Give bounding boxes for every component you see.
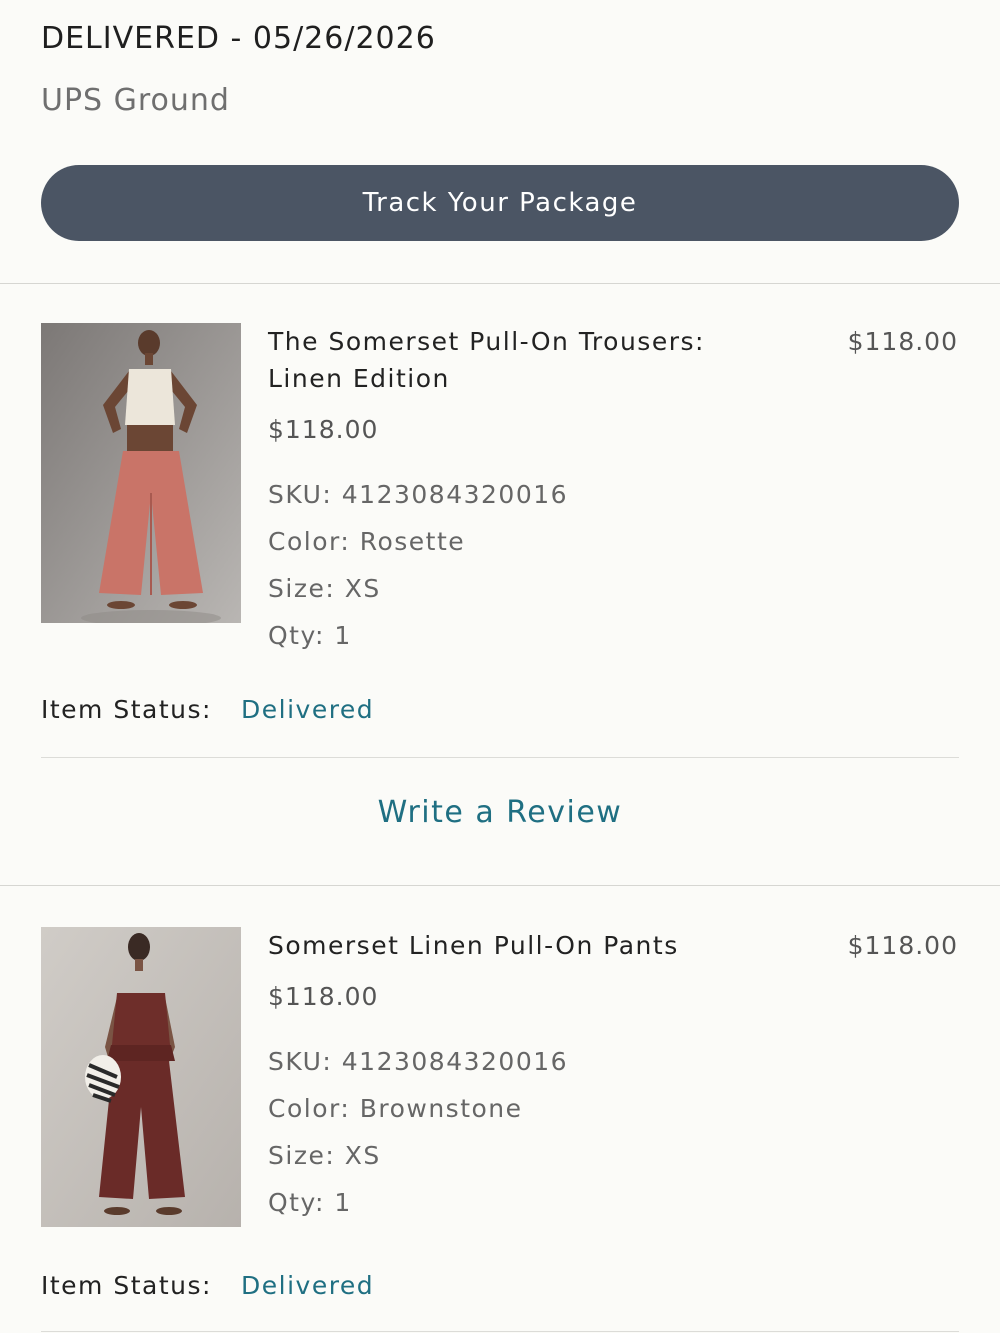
item-status-value: Delivered <box>241 1271 375 1300</box>
section-divider <box>0 283 1000 284</box>
sku: SKU: 4123084320016 <box>268 480 569 509</box>
section-divider <box>0 885 1000 886</box>
item-status: Item Status: Delivered <box>41 1271 374 1301</box>
divider <box>41 1331 959 1332</box>
sku: SKU: 4123084320016 <box>268 1047 569 1076</box>
line-total-price: $118.00 <box>847 931 958 960</box>
shipment-header: DELIVERED - 05/26/2026 UPS Ground <box>41 20 436 120</box>
product-name[interactable]: The Somerset Pull-On Trousers: Linen Edi… <box>268 323 828 397</box>
delivery-status-date: DELIVERED - 05/26/2026 <box>41 21 436 56</box>
product-name-line: The Somerset Pull-On Trousers: <box>268 327 705 356</box>
carrier-name: UPS Ground <box>41 83 230 118</box>
item-status-label: Item Status: <box>41 695 212 724</box>
product-photo-pants-icon <box>41 927 241 1227</box>
unit-price: $118.00 <box>268 982 379 1011</box>
item-status-value: Delivered <box>241 695 375 724</box>
write-review-link[interactable]: Write a Review <box>0 795 1000 830</box>
product-name-line: Somerset Linen Pull-On Pants <box>268 931 679 960</box>
item-status: Item Status: Delivered <box>41 695 374 725</box>
product-image[interactable] <box>41 323 241 623</box>
product-name-line: Linen Edition <box>268 364 450 393</box>
line-total-price: $118.00 <box>847 327 958 356</box>
divider <box>41 757 959 758</box>
product-image[interactable] <box>41 927 241 1227</box>
product-photo-trousers-icon <box>41 323 241 623</box>
quantity: Qty: 1 <box>268 1188 352 1217</box>
quantity: Qty: 1 <box>268 621 352 650</box>
color: Color: Rosette <box>268 527 466 556</box>
product-name[interactable]: Somerset Linen Pull-On Pants <box>268 927 828 964</box>
item-status-label: Item Status: <box>41 1271 212 1300</box>
unit-price: $118.00 <box>268 415 379 444</box>
item-details: Somerset Linen Pull-On Pants $118.00 SKU… <box>268 927 828 1226</box>
size: Size: XS <box>268 1141 381 1170</box>
size: Size: XS <box>268 574 381 603</box>
color: Color: Brownstone <box>268 1094 523 1123</box>
item-details: The Somerset Pull-On Trousers: Linen Edi… <box>268 323 828 659</box>
track-package-button[interactable]: Track Your Package <box>41 165 959 241</box>
